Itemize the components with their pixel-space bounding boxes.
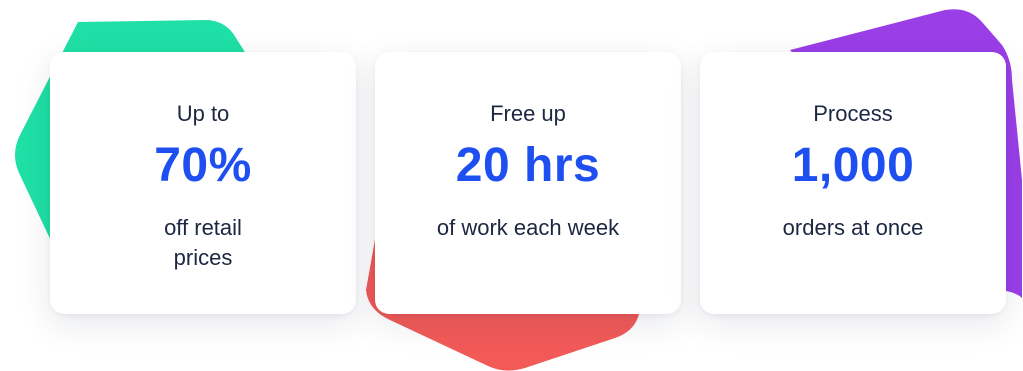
stat-card-orders: Process 1,000 orders at once: [700, 52, 1006, 314]
stat-card-hours: Free up 20 hrs of work each week: [375, 52, 681, 314]
stat-value: 1,000: [791, 139, 915, 192]
stat-suffix: off retail prices: [164, 215, 242, 270]
stat-prefix: Up to: [176, 101, 230, 126]
stat-prefix: Free up: [490, 101, 566, 126]
stats-section: Up to 70% off retail prices Free up 20 h…: [0, 0, 1023, 371]
stat-value: 20 hrs: [455, 139, 601, 192]
stat-prefix: Process: [813, 101, 893, 126]
stat-suffix: orders at once: [782, 215, 924, 240]
stat-card-retail: Up to 70% off retail prices: [50, 52, 356, 314]
stat-suffix: of work each week: [436, 215, 620, 240]
stat-value: 70%: [154, 139, 252, 192]
